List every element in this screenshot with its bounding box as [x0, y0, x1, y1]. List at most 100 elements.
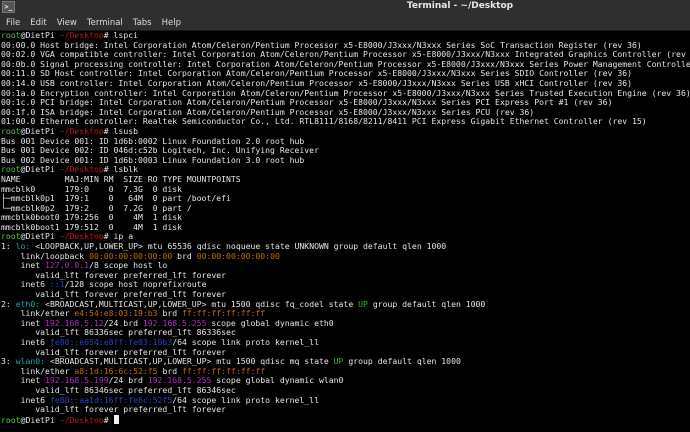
terminal-line: root@DietPi ~/Desktop# — [1, 414, 690, 425]
terminal-text: valid_lft forever preferred_lft forever — [1, 269, 227, 280]
terminal-text: mmcblk0 179:0 0 7.3G 0 disk — [1, 183, 182, 194]
terminal-text: /24 brd — [103, 317, 143, 328]
terminal-output[interactable]: root@DietPi ~/Desktop# lspci 00:00.0 Host… — [0, 31, 690, 432]
menu-terminal[interactable]: Terminal — [83, 18, 129, 28]
terminal-text: 00:1a.0 Encryption controller: Intel Cor… — [1, 87, 690, 98]
terminal-text: 00:1c.0 PCI bridge: Intel Corporation At… — [1, 97, 613, 108]
terminal-text: # lsblk — [103, 164, 138, 175]
menu-bar: File Edit View Terminal Tabs Help — [0, 15, 690, 31]
terminal-prompt-path: ~/Desktop — [59, 125, 104, 136]
terminal-prompt-path: ~/Desktop — [59, 164, 104, 175]
terminal-text: 00:11.0 SD Host controller: Intel Corpor… — [1, 68, 633, 79]
terminal-text: brd — [157, 365, 183, 376]
terminal-text: mmcblk0boot0 179:256 0 4M 1 disk — [1, 212, 182, 223]
terminal-text: 00:02.0 VGA compatible controller: Intel… — [1, 49, 690, 60]
terminal-ipv6-address: fe80::e654:e8ff:fe03:19b3 — [49, 337, 173, 347]
terminal-mac-address: e4:54:e8:03:19:b3 — [74, 308, 158, 319]
terminal-text: # — [103, 414, 114, 425]
terminal-text: brd — [157, 308, 183, 319]
terminal-text: valid_lft forever preferred_lft forever — [1, 289, 227, 300]
terminal-prompt-user: root — [1, 231, 21, 242]
menu-view[interactable]: View — [53, 18, 83, 28]
menu-edit[interactable]: Edit — [26, 18, 52, 28]
terminal-text: group default qlen 1000 — [343, 356, 461, 367]
terminal-text: 01:00.0 Ethernet controller: Realtek Sem… — [1, 116, 647, 127]
terminal-text: valid_lft forever preferred_lft forever — [1, 404, 227, 415]
terminal-text: valid_lft 86346sec preferred_lft 86346se… — [1, 384, 236, 395]
terminal-mac-address: a8:1d:16:6c:52:f5 — [74, 365, 158, 376]
terminal-text: link/loopback — [1, 250, 90, 261]
terminal-text: 1: — [1, 241, 16, 252]
terminal-text: link/ether — [1, 365, 75, 376]
terminal-text: inet — [1, 317, 46, 328]
terminal-text: valid_lft forever preferred_lft forever — [1, 346, 227, 357]
terminal-text: link/ether — [1, 308, 75, 319]
terminal-text: /128 scope host noprefixroute — [64, 279, 207, 290]
terminal-text: Bus 001 Device 001: ID 1d6b:0002 Linux F… — [1, 135, 305, 146]
menu-file[interactable]: File — [2, 18, 26, 28]
terminal-text: valid_lft 86336sec preferred_lft 86336se… — [1, 327, 236, 338]
terminal-text: scope global dynamic eth0 — [206, 317, 334, 328]
terminal-mac-address: 00:00:00:00:00:00 — [89, 250, 173, 261]
terminal-text: 00:0b.0 Signal processing controller: In… — [1, 58, 690, 69]
terminal-prompt-user: root — [1, 164, 21, 175]
terminal-text: /64 scope link proto kernel_ll — [172, 337, 319, 347]
terminal-ipv4-address: 127.0.0.1 — [45, 260, 90, 271]
terminal-prompt-user: root — [1, 414, 21, 425]
terminal-prompt-path: ~/Desktop — [59, 231, 104, 242]
terminal-text: inet6 — [1, 394, 50, 405]
terminal-text: <BROADCAST,MULTICAST,UP,LOWER_UP> mtu 15… — [49, 356, 334, 367]
terminal-text: @DietPi — [20, 164, 60, 175]
terminal-text: # lsusb — [103, 125, 138, 136]
terminal-text: @DietPi — [20, 231, 60, 242]
terminal-text: /64 scope link proto kernel_ll — [172, 394, 319, 405]
terminal-interface-name: wlan0: — [15, 356, 50, 367]
terminal-text: @DietPi — [20, 414, 60, 425]
terminal-text: 2: — [1, 298, 16, 309]
terminal-text: scope global dynamic wlan0 — [211, 375, 344, 386]
terminal-text: NAME MAJ:MIN RM SIZE RO TYPE MOUNTPOINTS — [1, 173, 241, 184]
terminal-text: @DietPi — [20, 125, 60, 136]
terminal-text: inet6 — [1, 279, 50, 290]
terminal-text: Bus 002 Device 001: ID 1d6b:0003 Linux F… — [1, 154, 305, 165]
terminal-line: valid_lft forever preferred_lft forever — [1, 404, 690, 415]
terminal-text: inet — [1, 375, 46, 386]
menu-help[interactable]: Help — [158, 18, 187, 28]
terminal-cursor — [113, 414, 119, 424]
terminal-text: 00:14.0 USB controller: Intel Corporatio… — [1, 77, 633, 88]
terminal-text: group default qlen 1000 — [367, 298, 486, 309]
terminal-text: inet — [1, 260, 46, 271]
terminal-ipv4-address: 192.168.5.255 — [147, 375, 212, 386]
terminal-text: └─mmcblk0p2 179:2 0 7.2G 0 part / — [1, 202, 192, 213]
terminal-mac-address: 00:00:00:00:00:00 — [196, 250, 280, 261]
terminal-text: brd — [172, 250, 197, 261]
window-title: Terminal - ~/Desktop — [406, 1, 514, 11]
terminal-ipv4-address: 192.168.5.255 — [142, 317, 207, 328]
terminal-interface-name: lo: — [15, 241, 36, 252]
terminal-text: /24 brd — [108, 375, 148, 386]
terminal-text: 00:00.0 Host bridge: Intel Corporation A… — [1, 39, 642, 50]
terminal-text: # ip a — [103, 231, 134, 242]
terminal-state-up: UP — [333, 356, 344, 367]
terminal-mac-address: ff:ff:ff:ff:ff:ff — [182, 308, 266, 319]
terminal-text: 00:1f.0 ISA bridge: Intel Corporation At… — [1, 106, 535, 117]
terminal-text: Bus 001 Device 002: ID 046d:c52b Logitec… — [1, 145, 319, 156]
terminal-ipv6-address: ::1 — [49, 279, 65, 290]
terminal-text: mmcblk0boot1 179:512 0 4M 1 disk — [1, 221, 182, 232]
terminal-text: ├─mmcblk0p1 179:1 0 64M 0 part /boot/efi — [1, 193, 231, 204]
terminal-text: /8 scope host lo — [89, 260, 168, 271]
terminal-state-up: UP — [358, 298, 368, 309]
window-titlebar[interactable]: >_ Terminal - ~/Desktop — [0, 0, 690, 15]
terminal-mac-address: ff:ff:ff:ff:ff:ff — [182, 365, 266, 376]
menu-tabs[interactable]: Tabs — [129, 18, 158, 28]
terminal-ipv4-address: 192.168.5.199 — [45, 375, 109, 386]
terminal-text: 3: — [1, 356, 16, 367]
terminal-text: <LOOPBACK,UP,LOWER_UP> mtu 65536 qdisc n… — [35, 241, 447, 252]
terminal-ipv4-address: 192.168.5.12 — [45, 317, 104, 328]
terminal-prompt-path: ~/Desktop — [59, 414, 104, 425]
terminal-text: inet6 — [1, 337, 50, 347]
terminal-interface-name: eth0: — [15, 298, 46, 309]
terminal-prompt-user: root — [1, 125, 21, 136]
terminal-ipv6-address: fe80::aa1d:16ff:fe6c:52f5 — [49, 394, 173, 405]
terminal-text: <BROADCAST,MULTICAST,UP,LOWER_UP> mtu 15… — [45, 298, 359, 309]
